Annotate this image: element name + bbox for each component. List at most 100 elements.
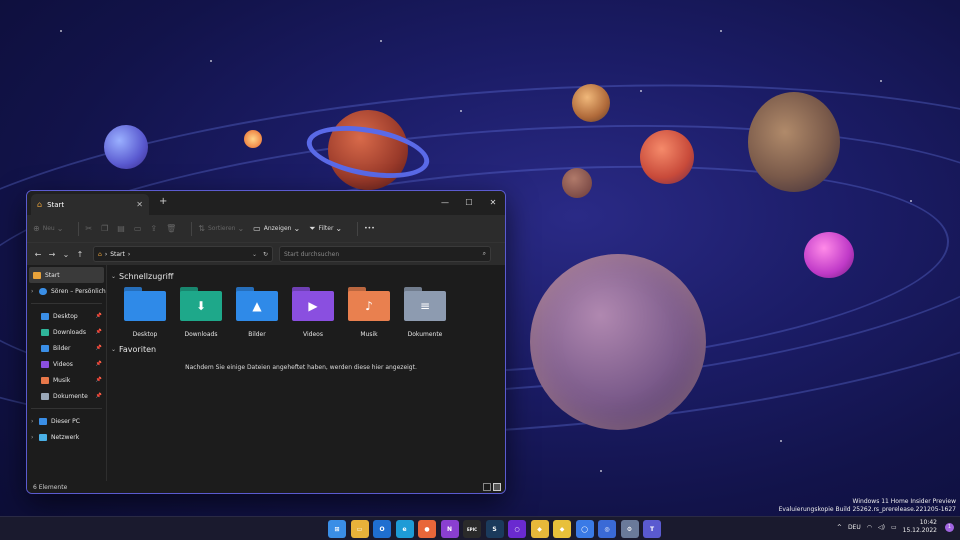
sidebar-item-pinned[interactable]: Desktop 📌	[27, 308, 106, 324]
cut-button[interactable]: ✂	[85, 224, 95, 233]
recent-chevron-icon[interactable]: ⌄	[59, 250, 73, 259]
battery-icon[interactable]: ▭	[891, 524, 897, 531]
system-tray: ^ DEU ◠ ◁) ▭ 10:42 15.12.2022 1	[837, 519, 954, 535]
edge-taskbar-icon[interactable]: e	[395, 520, 414, 538]
computer-icon	[39, 417, 47, 425]
sort-button[interactable]: ⇅ Sortieren ⌄	[198, 224, 247, 233]
rename-button[interactable]: ▭	[134, 224, 145, 233]
pin-icon[interactable]: 📌	[96, 393, 102, 399]
app-blue-taskbar-icon[interactable]: ◎	[598, 520, 616, 538]
minimize-button[interactable]: —	[433, 191, 457, 215]
folder-tile[interactable]: ▶ Videos	[285, 287, 341, 338]
filter-button[interactable]: ⏷ Filter ⌄	[309, 224, 345, 234]
chevron-down-icon: ⌄	[293, 224, 301, 233]
settings-taskbar-icon[interactable]: ⚙	[620, 520, 639, 538]
teams-taskbar-icon[interactable]: T	[643, 520, 661, 538]
clock[interactable]: 10:42 15.12.2022	[903, 519, 937, 535]
more-options-button[interactable]: •••	[364, 225, 375, 232]
sidebar-item-pinned[interactable]: Dokumente 📌	[27, 388, 106, 404]
back-arrow-icon[interactable]: ←	[31, 250, 45, 259]
address-bar[interactable]: ⌂ › Start › ⌄ ↻	[93, 246, 273, 262]
close-button[interactable]: ✕	[481, 191, 505, 215]
outlook-taskbar-icon[interactable]: O	[373, 520, 391, 538]
folder-icon	[41, 312, 49, 320]
folder-icon	[41, 360, 49, 368]
comet	[244, 130, 262, 148]
paste-button[interactable]: ▤	[117, 224, 128, 233]
tiles-view-button[interactable]	[493, 483, 501, 491]
sort-icon: ⇅	[198, 224, 205, 233]
copy-button[interactable]: ❐	[101, 224, 111, 233]
start-taskbar-icon[interactable]: ⊞	[328, 520, 346, 538]
sidebar-item-network[interactable]: › Netzwerk	[27, 429, 106, 445]
epic-taskbar-icon[interactable]: EPIC	[463, 520, 481, 538]
folder-tile[interactable]: ≡ Dokumente	[397, 287, 453, 338]
close-tab-icon[interactable]: ✕	[136, 200, 143, 209]
wifi-icon[interactable]: ◠	[867, 524, 872, 531]
pin-icon[interactable]: 📌	[96, 377, 102, 383]
sidebar-item-pinned[interactable]: Musik 📌	[27, 372, 106, 388]
share-button[interactable]: ⇪	[150, 224, 160, 233]
copy-icon: ❐	[101, 224, 109, 233]
pin-icon[interactable]: 📌	[96, 361, 102, 367]
refresh-icon[interactable]: ↻	[263, 251, 268, 258]
notification-badge[interactable]: 1	[945, 522, 954, 532]
language-indicator[interactable]: DEU	[848, 524, 861, 531]
plus-circle-icon: ⊕	[33, 224, 40, 233]
app-yellow-taskbar-icon[interactable]: ◆	[530, 520, 549, 538]
pin-icon[interactable]: 📌	[96, 345, 102, 351]
volume-icon[interactable]: ◁)	[878, 524, 885, 531]
favorites-empty-message: Nachdem Sie einige Dateien angeheftet ha…	[185, 364, 417, 371]
new-button[interactable]: ⊕ Neu ⌄	[33, 224, 66, 233]
forward-arrow-icon[interactable]: →	[45, 250, 59, 259]
taskbar: ⊞ ▭ Oe ● N EPIC S ○ ◆ ◆ ◯ ◎ ⚙ T ^ DEU ◠ ◁) ▭ 10:42 15…	[0, 516, 960, 540]
details-view-button[interactable]	[483, 483, 491, 491]
maximize-button[interactable]: ☐	[457, 191, 481, 215]
sidebar-item-this-pc[interactable]: › Dieser PC	[27, 413, 106, 429]
address-dropdown-icon[interactable]: ⌄	[252, 251, 257, 258]
sidebar-item-pinned[interactable]: Bilder 📌	[27, 340, 106, 356]
new-tab-button[interactable]: +	[159, 196, 167, 207]
folder-tile[interactable]: ⬇ Downloads	[173, 287, 229, 338]
collapse-chevron-icon[interactable]: ⌄	[111, 346, 116, 353]
steam-taskbar-icon[interactable]: S	[485, 520, 504, 538]
sidebar-item-onedrive[interactable]: › Sören – Persönlich	[27, 283, 106, 299]
search-icon: ⌕	[482, 250, 486, 257]
folder-tile[interactable]: ▲ Bilder	[229, 287, 285, 338]
expand-chevron-icon[interactable]: ›	[31, 434, 39, 441]
title-bar[interactable]: ⌂ Start ✕ + — ☐ ✕	[27, 191, 505, 215]
file-explorer-taskbar-icon[interactable]: ▭	[350, 520, 369, 538]
taskbar-apps: ⊞ ▭ Oe ● N EPIC S ○ ◆ ◆ ◯ ◎ ⚙ T	[328, 520, 666, 538]
firefox-taskbar-icon[interactable]: ●	[418, 520, 436, 538]
expand-chevron-icon[interactable]: ›	[31, 418, 39, 425]
sidebar-item-pinned[interactable]: Downloads 📌	[27, 324, 106, 340]
search-input[interactable]: Start durchsuchen ⌕	[279, 246, 491, 262]
quick-access-header[interactable]: ⌄ Schnellzugriff	[111, 269, 505, 283]
pin-icon[interactable]: 📌	[96, 313, 102, 319]
app-yellow-2-taskbar-icon[interactable]: ◆	[553, 520, 571, 538]
cracked-moon	[748, 92, 840, 192]
app-ring-taskbar-icon[interactable]: ○	[508, 520, 526, 538]
expand-chevron-icon[interactable]: ›	[31, 288, 39, 295]
view-button[interactable]: ▭ Anzeigen ⌄	[253, 224, 303, 233]
command-bar: ⊕ Neu ⌄ ✂ ❐ ▤ ▭ ⇪ 🗑 ⇅ Sortieren ⌄ ▭ Anzeigen ⌄…	[27, 215, 505, 243]
sidebar-item-pinned[interactable]: Videos 📌	[27, 356, 106, 372]
pin-icon[interactable]: 📌	[96, 329, 102, 335]
tray-overflow-icon[interactable]: ^	[837, 524, 842, 531]
onenote-taskbar-icon[interactable]: N	[440, 520, 459, 538]
folder-icon: ⬇	[180, 287, 222, 321]
folder-tile[interactable]: Desktop	[117, 287, 173, 338]
breadcrumb-start[interactable]: Start	[110, 251, 125, 258]
up-arrow-icon[interactable]: ↑	[73, 250, 87, 259]
delete-button[interactable]: 🗑	[166, 224, 179, 233]
collapse-chevron-icon[interactable]: ⌄	[111, 273, 116, 280]
trash-icon: 🗑	[166, 224, 177, 233]
sidebar-item-start[interactable]: Start	[29, 267, 104, 283]
tab-start[interactable]: ⌂ Start ✕	[31, 194, 149, 215]
chat-taskbar-icon[interactable]: ◯	[575, 520, 594, 538]
folder-icon	[124, 287, 166, 321]
favorites-header[interactable]: ⌄ Favoriten	[111, 342, 505, 356]
pink-planet	[804, 232, 854, 278]
file-explorer-window[interactable]: ⌂ Start ✕ + — ☐ ✕ ⊕ Neu ⌄ ✂ ❐ ▤ ▭ ⇪ 🗑 ⇅ Sor…	[26, 190, 506, 494]
folder-tile[interactable]: ♪ Musik	[341, 287, 397, 338]
